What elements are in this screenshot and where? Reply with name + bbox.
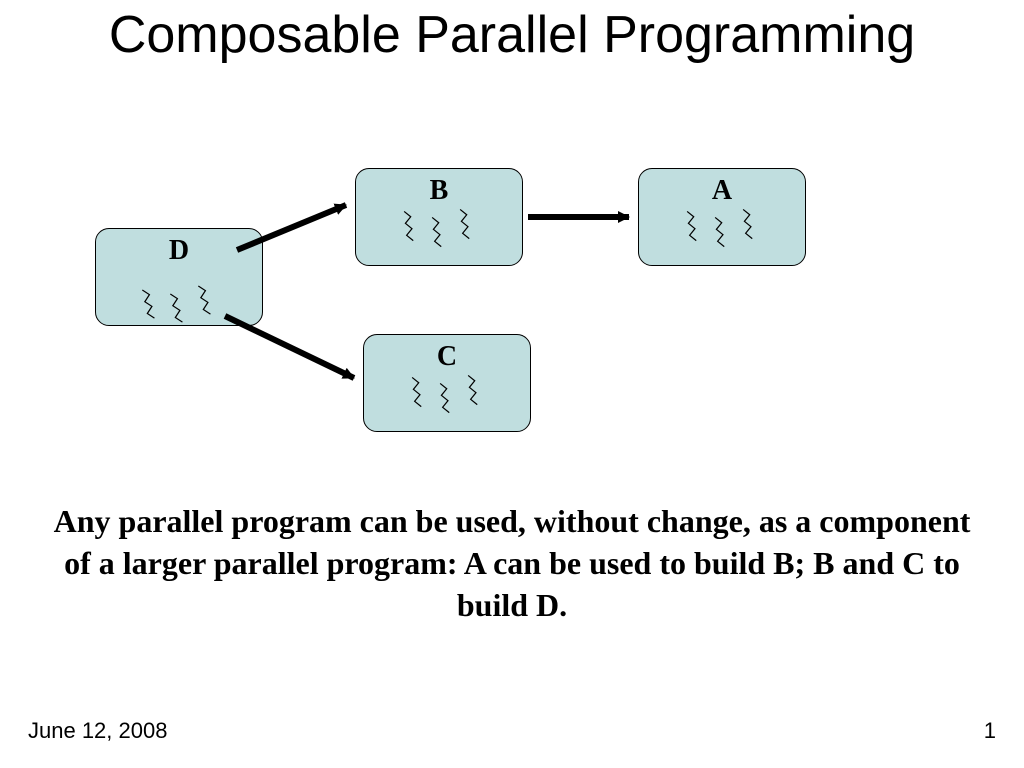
node-d-label: D <box>96 235 262 267</box>
slide-footer: June 12, 2008 1 <box>28 718 996 744</box>
footer-page-number: 1 <box>984 718 996 744</box>
node-a-label: A <box>639 175 805 207</box>
node-b-label: B <box>356 175 522 207</box>
node-b: B <box>355 168 523 266</box>
node-a: A <box>638 168 806 266</box>
slide-body-text: Any parallel program can be used, withou… <box>50 500 974 627</box>
node-c: C <box>363 334 531 432</box>
node-c-label: C <box>364 341 530 373</box>
slide-title: Composable Parallel Programming <box>0 6 1024 66</box>
footer-date: June 12, 2008 <box>28 718 167 743</box>
node-d: D <box>95 228 263 326</box>
